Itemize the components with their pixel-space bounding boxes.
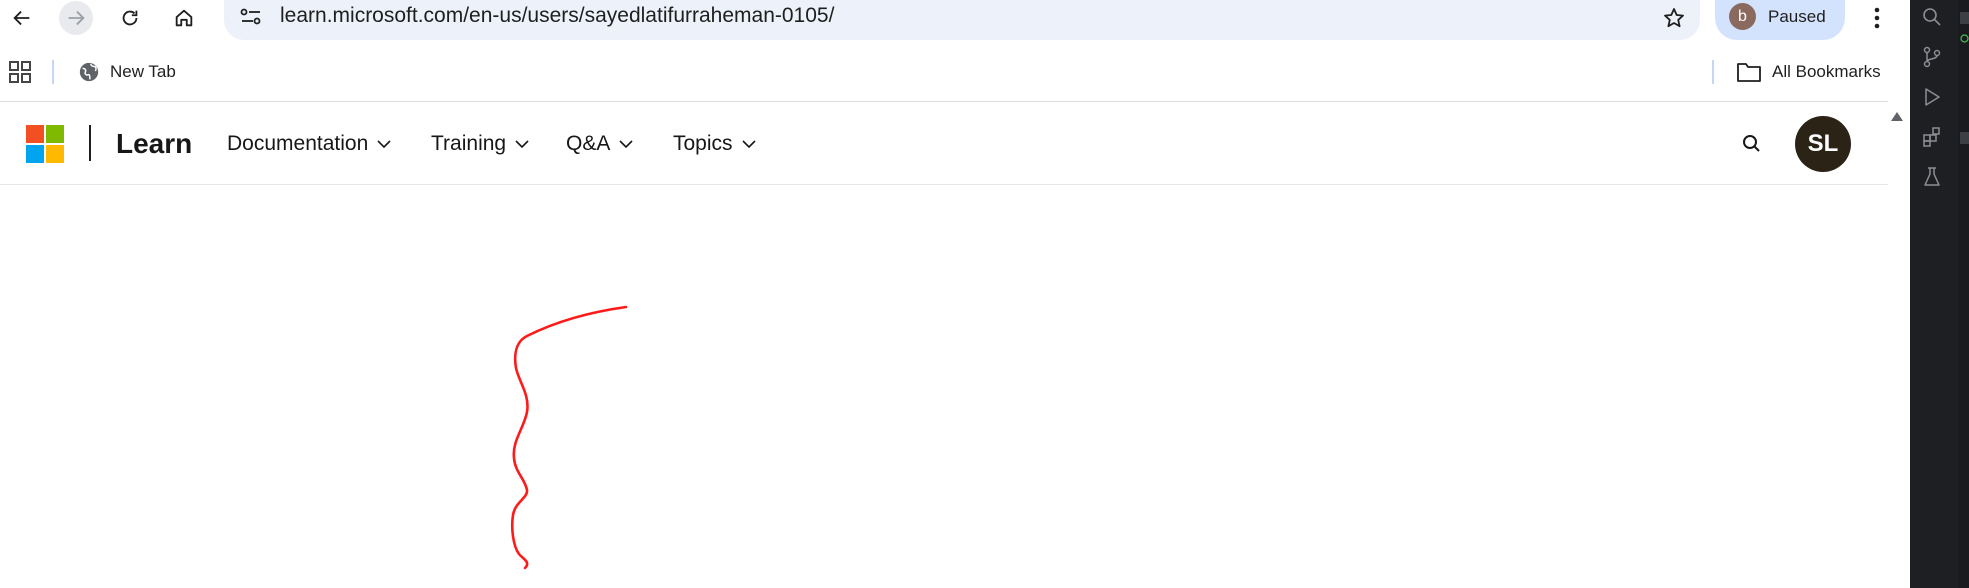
all-bookmarks-label: All Bookmarks: [1772, 62, 1881, 81]
tune-icon: [240, 8, 261, 25]
menu-label: Q&A: [566, 132, 611, 155]
arrow-right-icon: [68, 10, 85, 26]
profile-button[interactable]: b Paused: [1715, 0, 1845, 40]
menu-documentation[interactable]: Documentation: [227, 132, 392, 156]
arrow-left-icon: [13, 10, 30, 26]
profile-status: Paused: [1768, 7, 1826, 26]
ide-panel-chip: [1960, 12, 1969, 24]
bookmarks-divider-right: [1712, 60, 1714, 84]
apps-grid-icon[interactable]: [8, 60, 32, 84]
menu-label: Topics: [673, 132, 733, 155]
ide-panel-chip: [1960, 132, 1969, 144]
screen: learn.microsoft.com/en-us/users/sayedlat…: [0, 0, 1969, 588]
site-header: Learn Documentation Training Q&A Topics …: [0, 102, 1888, 185]
menu-label: Training: [431, 132, 507, 155]
profile-avatar: b: [1729, 3, 1756, 30]
extensions-icon[interactable]: [1921, 126, 1943, 148]
chevron-down-icon: [619, 140, 633, 149]
site-info-button[interactable]: [238, 6, 264, 28]
home-icon: [175, 9, 193, 27]
all-bookmarks-button[interactable]: All Bookmarks: [1736, 58, 1881, 86]
back-button[interactable]: [5, 1, 39, 35]
url-text[interactable]: learn.microsoft.com/en-us/users/sayedlat…: [280, 4, 834, 28]
bookmark-new-tab[interactable]: New Tab: [78, 58, 176, 86]
logo-yellow-square: [46, 145, 64, 163]
browser-toolbar: learn.microsoft.com/en-us/users/sayedlat…: [0, 0, 1910, 40]
ide-side-panel: [1958, 0, 1969, 588]
bookmarks-divider: [52, 60, 54, 84]
reload-icon: [122, 10, 138, 26]
chevron-down-icon: [515, 140, 529, 149]
browser-menu-button[interactable]: [1862, 2, 1892, 34]
microsoft-logo[interactable]: [26, 125, 64, 163]
star-icon: [1664, 8, 1684, 28]
run-debug-icon[interactable]: [1921, 86, 1943, 108]
source-control-icon[interactable]: [1921, 46, 1943, 68]
testing-flask-icon[interactable]: [1921, 166, 1943, 188]
scroll-up-arrow-icon[interactable]: [1890, 110, 1904, 122]
bookmark-star-button[interactable]: [1660, 4, 1688, 32]
reload-button[interactable]: [113, 1, 147, 35]
address-bar[interactable]: learn.microsoft.com/en-us/users/sayedlat…: [224, 0, 1700, 40]
home-button[interactable]: [167, 1, 201, 35]
menu-training[interactable]: Training: [431, 132, 530, 156]
brand-learn-link[interactable]: Learn: [116, 128, 192, 160]
globe-icon: [79, 62, 99, 82]
check-circle-icon: [1960, 34, 1969, 43]
menu-topics[interactable]: Topics: [673, 132, 757, 156]
ide-search-icon[interactable]: [1921, 6, 1943, 28]
user-avatar[interactable]: SL: [1795, 116, 1851, 172]
bookmarks-bar: New Tab All Bookmarks: [0, 48, 1910, 96]
menu-qa[interactable]: Q&A: [566, 132, 634, 156]
menu-label: Documentation: [227, 132, 369, 155]
chevron-down-icon: [377, 140, 391, 149]
logo-red-square: [26, 125, 44, 143]
bookmark-label: New Tab: [110, 62, 176, 81]
chevron-down-icon: [741, 140, 756, 149]
logo-separator: [89, 125, 91, 161]
search-icon[interactable]: [1740, 132, 1764, 156]
folder-icon: [1737, 63, 1761, 82]
forward-button[interactable]: [59, 1, 93, 35]
logo-blue-square: [26, 145, 44, 163]
logo-green-square: [46, 125, 64, 143]
more-vert-icon: [1874, 7, 1880, 29]
